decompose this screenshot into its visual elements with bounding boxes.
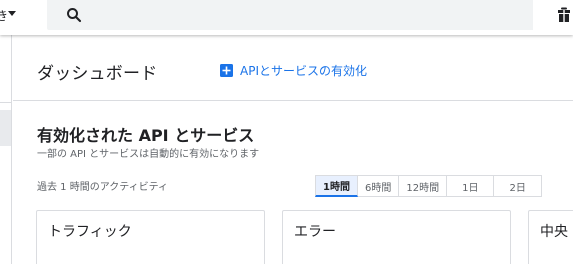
- latency-card-title: 中央: [540, 224, 568, 240]
- sidebar-divider: [0, 102, 12, 103]
- activity-label: 過去 1 時間のアクティビティ: [37, 182, 169, 193]
- time-range-selector: 1時間 6時間 12時間 1日 2日: [315, 175, 542, 197]
- top-bar: き: [0, 0, 573, 35]
- enable-apis-label: APIとサービスの有効化: [240, 63, 367, 78]
- search-bar[interactable]: [47, 0, 533, 30]
- range-tab-6h[interactable]: 6時間: [357, 175, 400, 197]
- latency-card: 中央: [528, 210, 573, 264]
- left-nav: [0, 35, 12, 264]
- traffic-card-title: トラフィック: [48, 224, 132, 240]
- search-icon[interactable]: [65, 6, 83, 24]
- traffic-card: トラフィック: [36, 210, 265, 264]
- section-title: 有効化された API とサービス: [37, 126, 255, 145]
- enable-apis-button[interactable]: APIとサービスの有効化: [220, 61, 367, 79]
- range-tab-1h[interactable]: 1時間: [315, 175, 358, 197]
- sidebar-item-dashboard[interactable]: [0, 110, 11, 146]
- section-subtitle: 一部の API とサービスは自動的に有効になります: [37, 149, 260, 160]
- errors-card: エラー: [282, 210, 511, 264]
- project-selector[interactable]: き: [0, 0, 48, 33]
- caret-down-icon: [8, 11, 16, 16]
- add-box-icon: [220, 63, 233, 77]
- range-tab-12h[interactable]: 12時間: [399, 175, 448, 197]
- project-selector-label: き: [0, 9, 9, 23]
- range-tab-2d[interactable]: 2日: [494, 175, 542, 197]
- gift-icon[interactable]: [557, 7, 571, 23]
- page-header: ダッシュボード APIとサービスの有効化: [13, 35, 573, 101]
- page-title: ダッシュボード: [37, 64, 158, 84]
- range-tab-1d[interactable]: 1日: [447, 175, 495, 197]
- errors-card-title: エラー: [294, 224, 336, 240]
